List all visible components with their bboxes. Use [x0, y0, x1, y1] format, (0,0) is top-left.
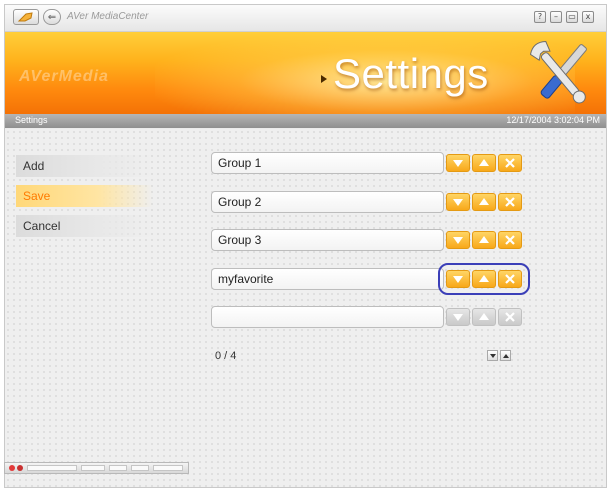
- group-1-move-down-button[interactable]: [446, 154, 470, 172]
- prev-button[interactable]: [109, 465, 127, 471]
- group-5-delete-button[interactable]: [498, 308, 522, 326]
- back-button[interactable]: ⇐: [43, 9, 61, 25]
- minimize-button[interactable]: –: [550, 11, 562, 23]
- group-5-move-up-button[interactable]: [472, 308, 496, 326]
- group-1-delete-button[interactable]: [498, 154, 522, 172]
- group-3-buttons: [446, 229, 524, 251]
- group-1-buttons: [446, 152, 524, 174]
- app-window: ⇐ AVer MediaCenter ? – ▭ x AVerMedia Set…: [4, 4, 607, 488]
- page-up-button[interactable]: [500, 350, 511, 361]
- selection-highlight: [438, 263, 530, 295]
- delete-icon: [505, 158, 515, 168]
- close-button[interactable]: x: [582, 11, 594, 23]
- page-up-icon: [503, 354, 509, 358]
- page-down-button[interactable]: [487, 350, 498, 361]
- move-up-icon: [479, 236, 489, 243]
- menu-add[interactable]: Add: [16, 155, 153, 177]
- status-bar: Settings 12/17/2004 3:02:04 PM: [5, 114, 606, 128]
- group-2-move-up-button[interactable]: [472, 193, 496, 211]
- group-2-delete-button[interactable]: [498, 193, 522, 211]
- group-2-move-down-button[interactable]: [446, 193, 470, 211]
- move-down-icon: [453, 199, 463, 206]
- group-field-1[interactable]: Group 1: [211, 152, 444, 174]
- group-field-4[interactable]: myfavorite: [211, 268, 444, 290]
- move-up-icon: [479, 313, 489, 320]
- menu-cancel[interactable]: Cancel: [16, 215, 153, 237]
- group-1-move-up-button[interactable]: [472, 154, 496, 172]
- volume-slider[interactable]: [153, 465, 183, 471]
- menu-save[interactable]: Save: [16, 185, 153, 207]
- page-down-icon: [490, 354, 496, 358]
- delete-icon: [505, 235, 515, 245]
- group-3-delete-button[interactable]: [498, 231, 522, 249]
- pin-icon: [17, 12, 33, 22]
- title-arrow-icon: [321, 75, 327, 83]
- group-3-move-up-button[interactable]: [472, 231, 496, 249]
- pin-button[interactable]: [13, 9, 39, 25]
- group-5-buttons: [446, 306, 524, 328]
- delete-icon: [505, 197, 515, 207]
- record-icon[interactable]: [9, 465, 15, 471]
- move-up-icon: [479, 198, 489, 205]
- page-counter: 0 / 4: [215, 350, 237, 362]
- restore-button[interactable]: ▭: [566, 11, 578, 23]
- move-up-icon: [479, 159, 489, 166]
- title-bar: ⇐ AVer MediaCenter ? – ▭ x: [5, 5, 606, 32]
- next-button[interactable]: [131, 465, 149, 471]
- help-button[interactable]: ?: [534, 11, 546, 23]
- datetime-label: 12/17/2004 3:02:04 PM: [506, 115, 600, 125]
- group-field-2[interactable]: Group 2: [211, 191, 444, 213]
- timeline-track[interactable]: [27, 465, 77, 471]
- tools-icon: [529, 41, 587, 104]
- group-2-buttons: [446, 191, 524, 213]
- app-title: AVer MediaCenter: [67, 11, 149, 22]
- brand-logo: AVerMedia: [19, 68, 109, 85]
- section-label: Settings: [15, 115, 48, 125]
- header-banner: AVerMedia Settings: [5, 32, 606, 114]
- back-arrow-icon: ⇐: [47, 12, 57, 23]
- group-field-3[interactable]: Group 3: [211, 229, 444, 251]
- group-field-5[interactable]: [211, 306, 444, 328]
- move-down-icon: [453, 160, 463, 167]
- group-3-move-down-button[interactable]: [446, 231, 470, 249]
- delete-icon: [505, 312, 515, 322]
- ok-button[interactable]: [81, 465, 105, 471]
- page-title: Settings: [333, 50, 489, 97]
- group-5-move-down-button[interactable]: [446, 308, 470, 326]
- record-icon[interactable]: [17, 465, 23, 471]
- mini-player-bar[interactable]: [4, 462, 189, 474]
- move-down-icon: [453, 314, 463, 321]
- move-down-icon: [453, 237, 463, 244]
